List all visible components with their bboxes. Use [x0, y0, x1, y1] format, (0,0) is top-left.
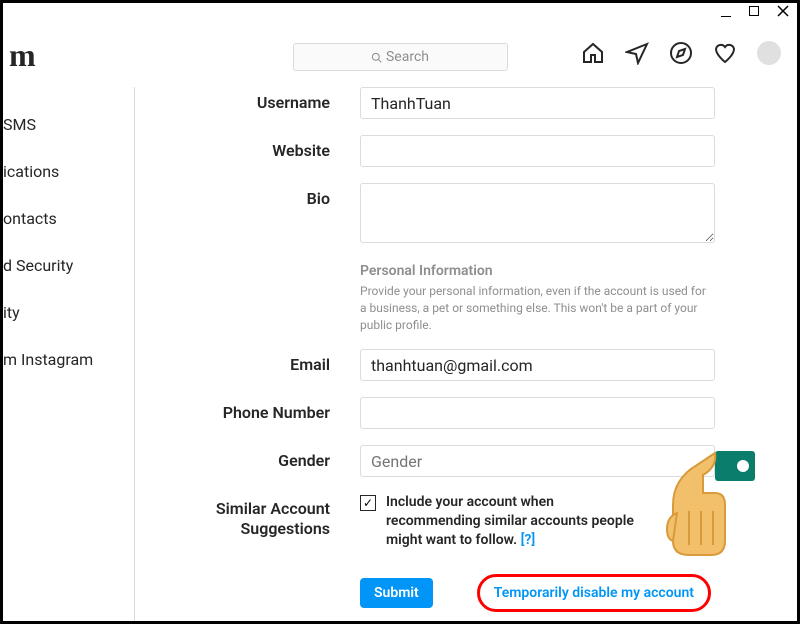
- similar-suggestions-text: Include your account when recommending s…: [386, 493, 646, 550]
- search-placeholder: Search: [386, 49, 429, 65]
- window-controls: [721, 5, 789, 17]
- username-input[interactable]: [360, 87, 715, 119]
- phone-input[interactable]: [360, 397, 715, 429]
- submit-button[interactable]: Submit: [360, 578, 433, 608]
- pointer-hand-icon: [637, 445, 757, 565]
- explore-icon[interactable]: [669, 41, 693, 65]
- sidebar-item[interactable]: ications: [3, 148, 134, 195]
- home-icon[interactable]: [581, 41, 605, 65]
- maximize-icon[interactable]: [749, 6, 759, 16]
- personal-info-heading: Personal Information: [360, 263, 715, 279]
- messages-icon[interactable]: [625, 41, 649, 65]
- personal-info-desc: Provide your personal information, even …: [360, 283, 715, 333]
- website-input[interactable]: [360, 135, 715, 167]
- minimize-icon[interactable]: [721, 16, 731, 17]
- sidebar-item[interactable]: SMS: [3, 101, 134, 148]
- email-input[interactable]: [360, 349, 715, 381]
- username-label: Username: [165, 87, 360, 112]
- website-label: Website: [165, 135, 360, 160]
- sidebar-item[interactable]: m Instagram: [3, 336, 134, 383]
- similar-suggestions-checkbox[interactable]: ✓: [360, 495, 376, 511]
- bio-input[interactable]: [360, 183, 715, 243]
- email-label: Email: [165, 349, 360, 374]
- activity-icon[interactable]: [713, 41, 737, 65]
- sidebar-item[interactable]: ontacts: [3, 195, 134, 242]
- disable-account-link[interactable]: Temporarily disable my account: [477, 574, 711, 612]
- gender-label: Gender: [165, 445, 360, 470]
- similar-help-link[interactable]: [?]: [521, 532, 536, 548]
- close-icon[interactable]: [777, 5, 789, 17]
- sidebar-item[interactable]: ity: [3, 289, 134, 336]
- edit-profile-form: Username Website Bio Personal Informatio…: [135, 87, 797, 621]
- top-nav-icons: [581, 41, 781, 65]
- search-input[interactable]: Search: [293, 43, 508, 71]
- avatar[interactable]: [757, 41, 781, 65]
- bio-label: Bio: [165, 183, 360, 208]
- settings-sidebar: SMS ications ontacts d Security ity m In…: [3, 87, 135, 621]
- search-icon: [371, 52, 382, 63]
- phone-label: Phone Number: [165, 397, 360, 422]
- similar-suggestions-label: Similar Account Suggestions: [165, 493, 360, 539]
- sidebar-item[interactable]: d Security: [3, 242, 134, 289]
